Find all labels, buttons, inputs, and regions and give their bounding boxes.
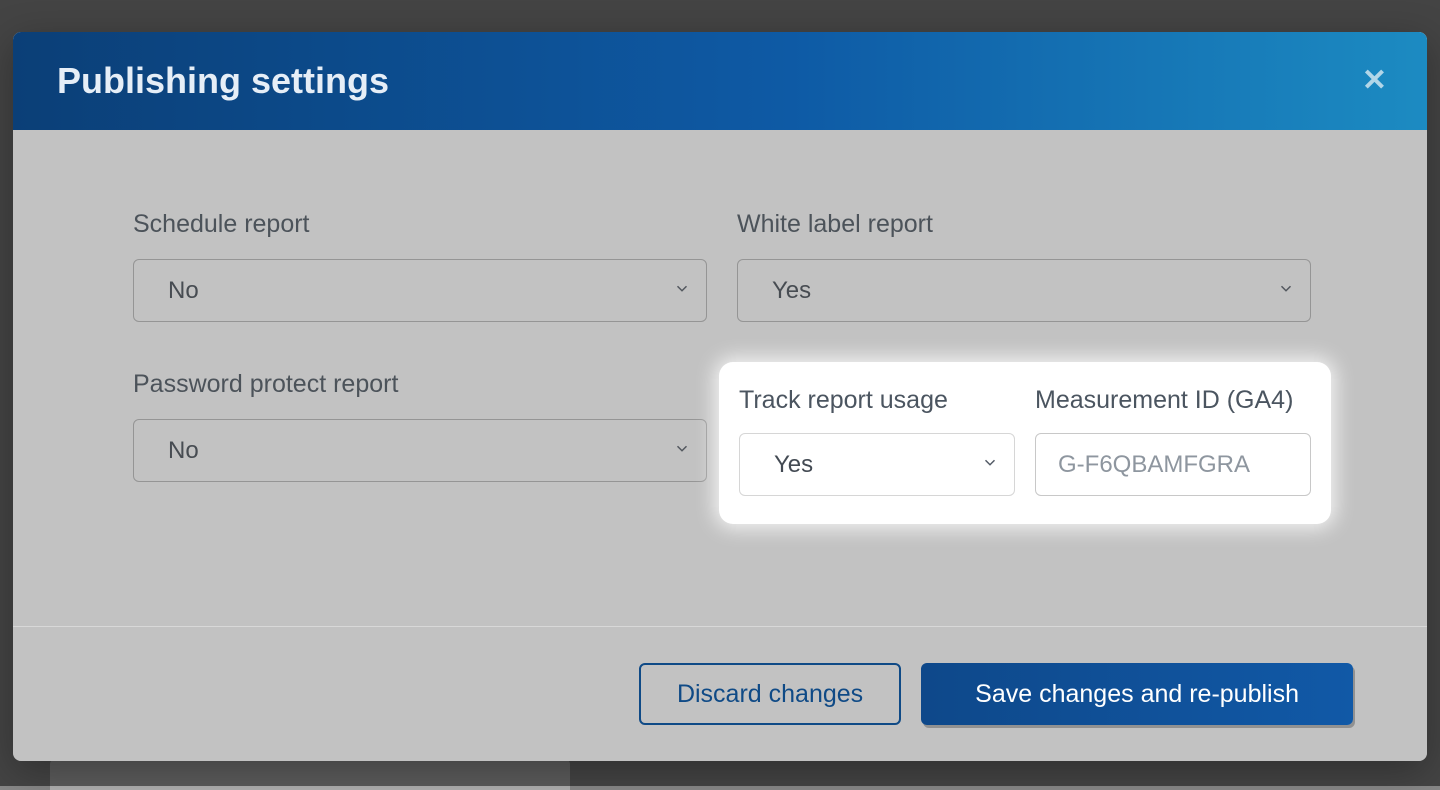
modal-title: Publishing settings [57,60,389,102]
white-label-report-select[interactable]: Yes [737,259,1311,322]
modal-body: Schedule report No White label report Ye… [13,130,1427,626]
password-protect-select[interactable]: No [133,419,707,482]
modal-header: Publishing settings ✕ [13,32,1427,130]
field-schedule-report: Schedule report No [133,210,707,322]
track-report-usage-value: Yes [774,451,813,479]
white-label-report-value: Yes [772,277,811,305]
white-label-report-select-wrap: Yes [737,259,1311,322]
close-icon: ✕ [1362,64,1387,97]
highlight-panel: Track report usage Yes Measurement ID (G… [719,362,1331,524]
publishing-settings-modal: Publishing settings ✕ Schedule report No… [13,32,1427,761]
password-protect-select-wrap: No [133,419,707,482]
save-republish-button[interactable]: Save changes and re-publish [921,663,1353,725]
field-password-protect: Password protect report No [133,370,707,482]
field-white-label-report: White label report Yes [737,210,1311,322]
close-button[interactable]: ✕ [1362,66,1387,96]
password-protect-value: No [168,437,199,465]
field-track-report-usage: Track report usage Yes [739,386,1015,496]
track-report-usage-label: Track report usage [739,386,1015,415]
measurement-id-label: Measurement ID (GA4) [1035,386,1311,415]
schedule-report-select[interactable]: No [133,259,707,322]
track-report-usage-select-wrap: Yes [739,433,1015,496]
modal-footer: Discard changes Save changes and re-publ… [13,626,1427,761]
password-protect-label: Password protect report [133,370,707,399]
schedule-report-label: Schedule report [133,210,707,239]
field-measurement-id: Measurement ID (GA4) [1035,386,1311,496]
schedule-report-value: No [168,277,199,305]
discard-changes-button[interactable]: Discard changes [639,663,901,725]
white-label-report-label: White label report [737,210,1311,239]
track-report-usage-select[interactable]: Yes [739,433,1015,496]
schedule-report-select-wrap: No [133,259,707,322]
measurement-id-input[interactable] [1035,433,1311,496]
